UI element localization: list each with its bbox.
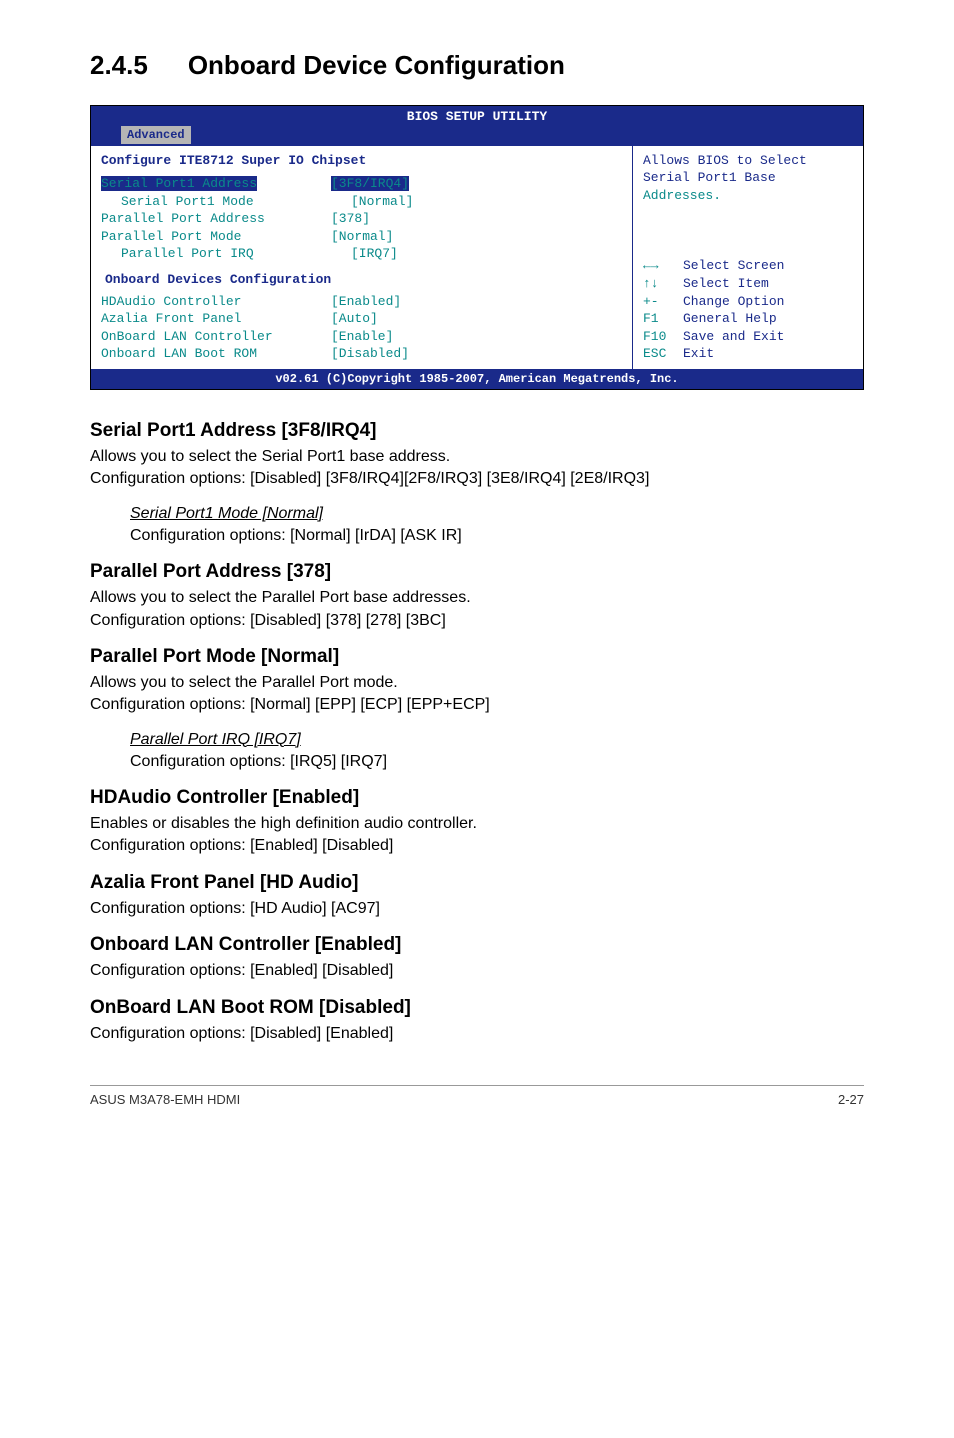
bios-screenshot: BIOS SETUP UTILITY Advanced Configure IT… [90,105,864,390]
key-symbol: F10 [643,328,683,346]
bios-option-row: Serial Port1 Address [3F8/IRQ4] [101,175,622,193]
bios-option-label: Parallel Port IRQ [101,245,351,263]
bios-option-row: HDAudio Controller [Enabled] [101,293,622,311]
footer-right: 2-27 [838,1092,864,1107]
bios-option-value: [Enabled] [331,293,401,311]
para-text: Allows you to select the Parallel Port m… [90,672,864,717]
key-desc: Change Option [683,293,784,311]
para-text: Enables or disables the high definition … [90,813,864,858]
section-number: 2.4.5 [90,50,148,80]
bios-help-line: Allows BIOS to Select [643,152,853,170]
key-symbol: F1 [643,310,683,328]
bios-option-value: [IRQ7] [351,245,398,263]
bios-help-line: Serial Port1 Base [643,169,853,187]
bios-option-label: Azalia Front Panel [101,310,331,328]
bios-option-row: Parallel Port IRQ [IRQ7] [101,245,622,263]
bios-right-pane: Allows BIOS to Select Serial Port1 Base … [633,146,863,369]
bios-option-label: Parallel Port Address [101,210,331,228]
key-symbol: ESC [643,345,683,363]
para-text: Configuration options: [HD Audio] [AC97] [90,898,864,920]
bios-option-label: Parallel Port Mode [101,228,331,246]
key-symbol: ↑↓ [643,275,683,293]
bios-tab-row: Advanced [91,126,863,146]
bios-option-row: Parallel Port Mode [Normal] [101,228,622,246]
para-heading: Onboard LAN Controller [Enabled] [90,934,864,956]
bios-option-row: Serial Port1 Mode [Normal] [101,193,622,211]
section-title: Onboard Device Configuration [188,50,565,80]
bios-tab-advanced: Advanced [121,126,191,144]
bios-subheader: Onboard Devices Configuration [105,271,622,289]
bios-option-value: [Disabled] [331,345,409,363]
key-desc: Save and Exit [683,328,784,346]
sub-heading: Parallel Port IRQ [IRQ7] [130,731,864,749]
para-text: Configuration options: [IRQ5] [IRQ7] [130,751,864,773]
bios-option-row: Parallel Port Address [378] [101,210,622,228]
bios-left-pane: Configure ITE8712 Super IO Chipset Seria… [91,146,633,369]
sub-block: Serial Port1 Mode [Normal] Configuration… [130,505,864,547]
bios-option-value: [Normal] [331,228,393,246]
page-footer: ASUS M3A78-EMH HDMI 2-27 [90,1085,864,1107]
para-heading: Azalia Front Panel [HD Audio] [90,872,864,894]
key-symbol: ←→ [643,257,683,275]
bios-help-line: Addresses. [643,187,853,205]
para-text: Allows you to select the Parallel Port b… [90,587,864,632]
bios-option-value: [Enable] [331,328,393,346]
bios-help-text: Allows BIOS to Select Serial Port1 Base … [643,152,853,205]
bios-option-label: Onboard LAN Boot ROM [101,345,331,363]
para-text: Configuration options: [Enabled] [Disabl… [90,960,864,982]
bios-option-label: Serial Port1 Mode [101,193,351,211]
bios-footer: v02.61 (C)Copyright 1985-2007, American … [91,369,863,389]
sub-heading: Serial Port1 Mode [Normal] [130,505,864,523]
bios-option-label: OnBoard LAN Controller [101,328,331,346]
bios-option-row: OnBoard LAN Controller [Enable] [101,328,622,346]
para-heading: Serial Port1 Address [3F8/IRQ4] [90,420,864,442]
bios-option-value: [Normal] [351,193,413,211]
bios-option-value: [Auto] [331,310,378,328]
para-heading: HDAudio Controller [Enabled] [90,787,864,809]
para-text: Allows you to select the Serial Port1 ba… [90,446,864,491]
footer-left: ASUS M3A78-EMH HDMI [90,1092,240,1107]
key-desc: General Help [683,310,777,328]
bios-key-legend: ←→Select Screen ↑↓Select Item +-Change O… [643,257,853,362]
bios-option-row: Azalia Front Panel [Auto] [101,310,622,328]
key-desc: Select Screen [683,257,784,275]
bios-option-label: Serial Port1 Address [101,175,331,193]
para-text: Configuration options: [Normal] [IrDA] [… [130,525,864,547]
bios-option-label: HDAudio Controller [101,293,331,311]
para-heading: OnBoard LAN Boot ROM [Disabled] [90,997,864,1019]
key-desc: Select Item [683,275,769,293]
para-heading: Parallel Port Address [378] [90,561,864,583]
para-heading: Parallel Port Mode [Normal] [90,646,864,668]
bios-option-value: [378] [331,210,370,228]
bios-option-row: Onboard LAN Boot ROM [Disabled] [101,345,622,363]
bios-title: BIOS SETUP UTILITY [91,106,863,126]
sub-block: Parallel Port IRQ [IRQ7] Configuration o… [130,731,864,773]
bios-option-value: [3F8/IRQ4] [331,175,409,193]
key-desc: Exit [683,345,714,363]
para-text: Configuration options: [Disabled] [Enabl… [90,1023,864,1045]
bios-configure-line: Configure ITE8712 Super IO Chipset [101,152,622,170]
key-symbol: +- [643,293,683,311]
section-heading: 2.4.5 Onboard Device Configuration [90,50,864,81]
